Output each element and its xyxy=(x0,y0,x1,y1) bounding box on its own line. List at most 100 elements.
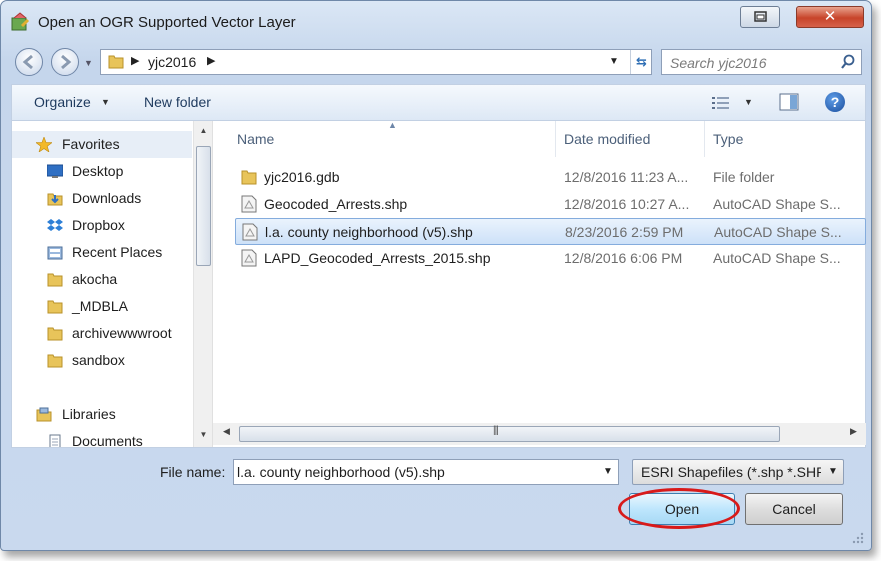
recent-places-icon xyxy=(47,246,63,260)
sidebar-item-downloads[interactable]: Downloads xyxy=(12,185,192,212)
column-header-name[interactable]: Name ▲ xyxy=(213,120,556,157)
file-name: Geocoded_Arrests.shp xyxy=(264,196,408,212)
file-type: AutoCAD Shape S... xyxy=(714,224,842,240)
search-placeholder: Search yjc2016 xyxy=(670,55,767,71)
breadcrumb-yjc2016[interactable]: yjc2016 xyxy=(148,54,196,70)
change-view-icon[interactable] xyxy=(711,95,731,111)
sidebar-item-label: Downloads xyxy=(72,190,142,206)
column-header-date-modified[interactable]: Date modified xyxy=(556,121,705,157)
documents-icon xyxy=(49,434,61,447)
refresh-icon: ⇆ xyxy=(636,54,647,69)
sidebar-item-sandbox[interactable]: sandbox xyxy=(12,347,192,374)
folder-icon xyxy=(47,354,63,368)
file-name-input[interactable]: l.a. county neighborhood (v5).shp ▼ xyxy=(233,459,619,485)
title-bar: Open an OGR Supported Vector Layer ✕ xyxy=(1,1,871,45)
column-header-label: Type xyxy=(713,131,744,147)
close-button[interactable]: ✕ xyxy=(796,6,864,28)
sidebar-libraries[interactable]: Libraries xyxy=(12,401,192,428)
shapefile-icon xyxy=(242,223,258,241)
star-icon xyxy=(36,137,52,152)
sidebar-item-label: archivewwwroot xyxy=(72,325,172,341)
file-row[interactable]: LAPD_Geocoded_Arrests_2015.shp 12/8/2016… xyxy=(235,245,866,272)
folder-icon xyxy=(47,273,63,287)
cancel-button[interactable]: Cancel xyxy=(745,493,843,525)
restore-icon xyxy=(754,11,767,22)
address-dropdown-icon[interactable]: ▼ xyxy=(609,56,619,67)
file-date: 12/8/2016 6:06 PM xyxy=(564,250,683,266)
restore-button[interactable] xyxy=(740,6,780,28)
file-row-selected[interactable]: l.a. county neighborhood (v5).shp 8/23/2… xyxy=(235,218,866,245)
new-folder-button[interactable]: New folder xyxy=(144,94,211,110)
refresh-button[interactable]: ⇆ xyxy=(630,50,652,74)
back-button[interactable] xyxy=(15,48,43,76)
views-dropdown-icon[interactable]: ▼ xyxy=(744,97,753,107)
navigation-pane-scrollbar[interactable]: ▲ ▼ xyxy=(193,121,212,447)
desktop-icon xyxy=(47,164,63,178)
search-box[interactable]: Search yjc2016 xyxy=(661,49,862,75)
scroll-down-icon[interactable]: ▼ xyxy=(194,427,212,443)
sidebar-item-label: Dropbox xyxy=(72,217,125,233)
sidebar-item-dropbox[interactable]: Dropbox xyxy=(12,212,192,239)
help-icon[interactable]: ? xyxy=(825,92,845,112)
content-area: Favorites Desktop Downloads Dropbox Rece… xyxy=(11,120,866,448)
sidebar-item-desktop[interactable]: Desktop xyxy=(12,158,192,185)
sort-ascending-icon: ▲ xyxy=(388,120,397,130)
file-type: AutoCAD Shape S... xyxy=(713,250,841,266)
libraries-icon xyxy=(36,407,52,422)
preview-pane-icon[interactable] xyxy=(779,93,799,111)
close-icon: ✕ xyxy=(823,8,837,25)
recent-locations-dropdown[interactable]: ▼ xyxy=(84,58,93,68)
file-type: File folder xyxy=(713,169,775,185)
file-row[interactable]: Geocoded_Arrests.shp 12/8/2016 10:27 A..… xyxy=(235,191,866,218)
dropbox-icon xyxy=(47,219,63,231)
sidebar-item-label: Recent Places xyxy=(72,244,163,260)
resize-grip-icon[interactable] xyxy=(851,531,865,545)
shapefile-icon xyxy=(241,249,257,267)
breadcrumb-chevron-icon[interactable]: ▶ xyxy=(207,54,215,67)
column-header-label: Date modified xyxy=(564,131,651,147)
sidebar-item-label: akocha xyxy=(72,271,118,287)
file-row[interactable]: yjc2016.gdb 12/8/2016 11:23 A... File fo… xyxy=(235,164,866,191)
filter-dropdown-icon[interactable]: ▼ xyxy=(828,466,838,477)
sidebar-libraries-label: Libraries xyxy=(62,406,116,422)
column-header-type[interactable]: Type xyxy=(705,121,866,157)
search-icon[interactable] xyxy=(840,54,856,70)
scroll-left-icon[interactable]: ◀ xyxy=(223,426,230,437)
address-bar[interactable]: ▶ yjc2016 ▶ ▼ ⇆ xyxy=(100,49,652,75)
downloads-icon xyxy=(47,193,63,206)
sidebar-favorites-label: Favorites xyxy=(62,136,120,152)
file-type: AutoCAD Shape S... xyxy=(713,196,841,212)
file-name: l.a. county neighborhood (v5).shp xyxy=(265,224,473,240)
sidebar-item-label: sandbox xyxy=(72,352,125,368)
file-name: yjc2016.gdb xyxy=(264,169,340,185)
scroll-right-icon[interactable]: ▶ xyxy=(850,426,857,437)
sidebar-item-recent-places[interactable]: Recent Places xyxy=(12,239,192,266)
file-list-horizontal-scrollbar[interactable]: ◀ ||| ▶ xyxy=(213,423,866,445)
navigation-pane: Favorites Desktop Downloads Dropbox Rece… xyxy=(12,121,212,447)
file-name-label: File name: xyxy=(160,464,226,480)
scrollbar-thumb[interactable] xyxy=(196,146,211,266)
sidebar-item-mdbla[interactable]: _MDBLA xyxy=(12,293,192,320)
folder-icon xyxy=(47,300,63,314)
organize-dropdown-icon[interactable]: ▼ xyxy=(101,97,110,107)
file-list-pane: Name ▲ Date modified Type yjc2016.gdb 12… xyxy=(212,120,866,447)
organize-button[interactable]: Organize xyxy=(34,94,91,110)
file-name-dropdown-icon[interactable]: ▼ xyxy=(603,466,613,477)
sidebar-favorites[interactable]: Favorites xyxy=(12,131,192,158)
scroll-up-icon[interactable]: ▲ xyxy=(194,123,212,139)
sidebar-item-archivewwwroot[interactable]: archivewwwroot xyxy=(12,320,192,347)
file-name: LAPD_Geocoded_Arrests_2015.shp xyxy=(264,250,491,266)
column-header-label: Name xyxy=(237,131,275,147)
sidebar-item-akocha[interactable]: akocha xyxy=(12,266,192,293)
breadcrumb-chevron-icon[interactable]: ▶ xyxy=(131,54,139,67)
forward-button[interactable] xyxy=(51,48,79,76)
folder-icon xyxy=(47,327,63,341)
annotation-highlight-ring xyxy=(618,488,740,529)
sidebar-item-documents[interactable]: Documents xyxy=(12,428,192,447)
file-date: 12/8/2016 11:23 A... xyxy=(564,169,689,185)
forward-arrow-icon xyxy=(61,54,72,70)
scrollbar-thumb[interactable]: ||| xyxy=(239,425,780,442)
file-type-filter-select[interactable]: ESRI Shapefiles (*.shp *.SHP) ▼ xyxy=(632,459,844,485)
qgis-app-icon xyxy=(11,12,30,31)
navigation-bar: ▼ ▶ yjc2016 ▶ ▼ ⇆ Search yjc2016 xyxy=(1,45,871,79)
